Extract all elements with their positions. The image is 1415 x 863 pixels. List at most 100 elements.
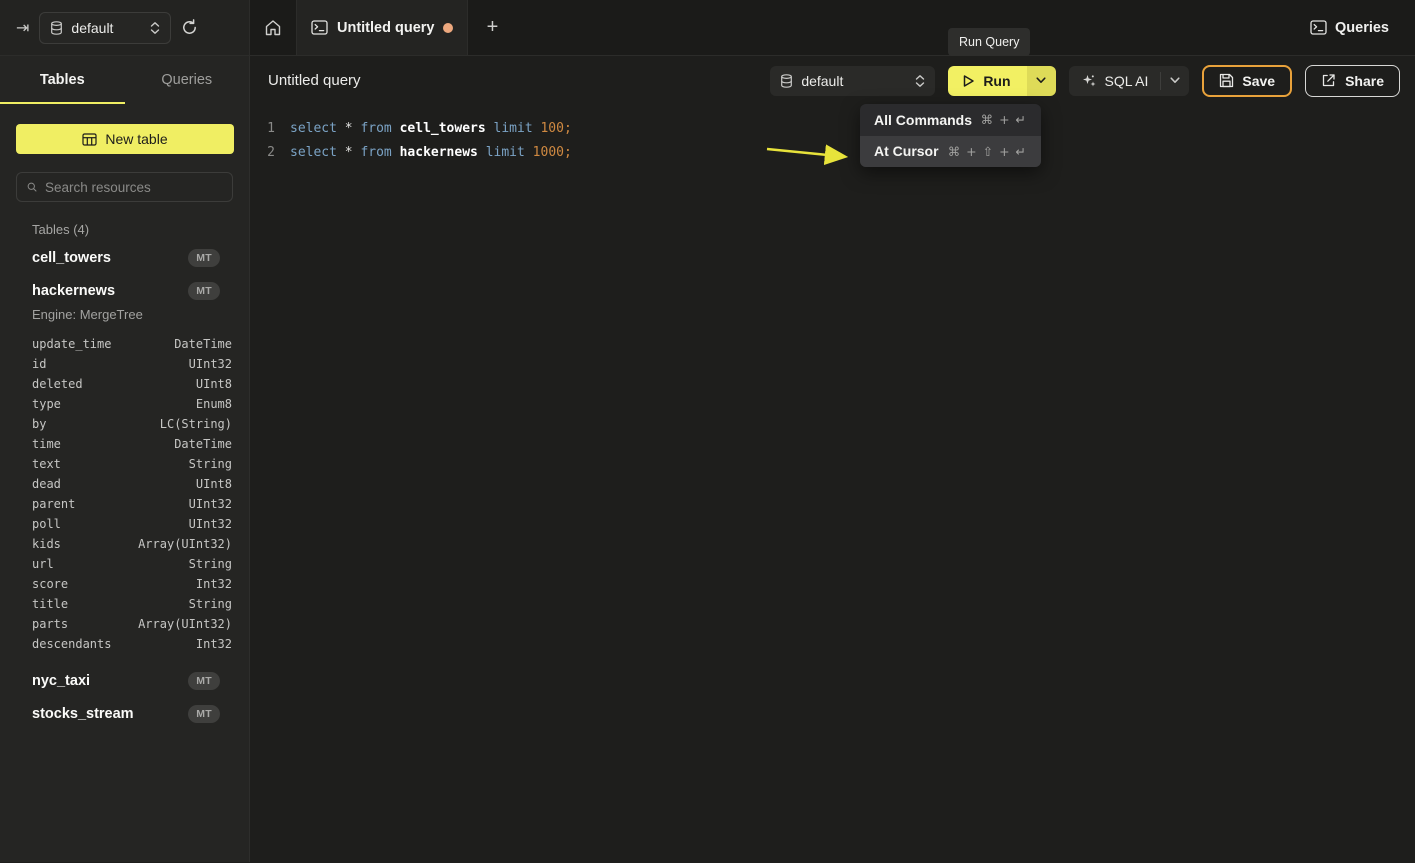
sidebar-tabs: Tables Queries <box>0 56 249 104</box>
terminal-icon <box>311 20 328 35</box>
sql-ai-button[interactable]: SQL AI <box>1069 66 1190 96</box>
column-name: url <box>32 557 189 571</box>
save-floppy-icon <box>1219 73 1234 88</box>
column-type: String <box>189 597 232 611</box>
column-name: id <box>32 357 189 371</box>
unsaved-changes-dot <box>443 23 453 33</box>
search-icon <box>27 180 37 194</box>
refresh-button[interactable] <box>181 19 198 36</box>
query-title: Untitled query <box>268 72 361 89</box>
play-icon <box>962 74 975 88</box>
sql-ai-caret[interactable] <box>1161 77 1189 84</box>
engine-badge: MT <box>188 249 220 267</box>
column-row: byLC(String) <box>0 414 249 434</box>
share-button-label: Share <box>1345 73 1384 89</box>
column-row: pollUInt32 <box>0 514 249 534</box>
column-type: Int32 <box>196 637 232 651</box>
table-row[interactable]: nyc_taxiMT <box>0 668 249 694</box>
queries-button[interactable]: Queries <box>1310 20 1389 36</box>
column-row: deadUInt8 <box>0 474 249 494</box>
menu-item-all-commands[interactable]: All Commands⌘ + ↵ <box>860 104 1041 136</box>
sql-editor[interactable]: 1 select * from cell_towers limit 100; 2se… <box>250 105 1415 164</box>
column-type: UInt8 <box>196 477 232 491</box>
column-name: kids <box>32 537 138 551</box>
topbar-database-value: default <box>71 20 142 36</box>
column-name: dead <box>32 477 196 491</box>
search-input[interactable] <box>45 180 222 195</box>
column-name: title <box>32 597 189 611</box>
query-console-app: ⇥ default <box>0 0 1415 863</box>
queries-terminal-icon <box>1310 20 1327 35</box>
tab-strip: Untitled query + <box>250 0 516 55</box>
column-type: Enum8 <box>196 397 232 411</box>
engine-badge: MT <box>188 672 220 690</box>
line-number: 1 <box>250 121 275 136</box>
column-row: deletedUInt8 <box>0 374 249 394</box>
sidebar-tab-queries[interactable]: Queries <box>125 56 250 104</box>
run-button[interactable]: Run <box>948 66 1026 96</box>
table-row[interactable]: cell_towersMT <box>0 245 249 271</box>
main-area: Untitled query default <box>250 56 1415 862</box>
sidebar: Tables Queries New table Tables <box>0 56 250 862</box>
select-updown-icon <box>915 74 925 88</box>
column-row: typeEnum8 <box>0 394 249 414</box>
code-text: select * from cell_towers limit 100; <box>290 121 572 136</box>
column-type: DateTime <box>174 437 232 451</box>
table-name: cell_towers <box>32 250 188 266</box>
menu-item-at-cursor[interactable]: At Cursor⌘ + ⇧ + ↵ <box>860 136 1041 168</box>
code-line[interactable]: 1 select * from cell_towers limit 100; <box>250 116 1415 140</box>
tables-section-label: Tables (4) <box>32 222 249 237</box>
column-row: descendantsInt32 <box>0 634 249 654</box>
tables-list: cell_towersMThackernewsMTEngine: MergeTr… <box>0 245 249 727</box>
editor-controls: default Run <box>770 65 1400 97</box>
sql-ai-label: SQL AI <box>1105 73 1149 89</box>
chevron-down-icon <box>1036 77 1046 84</box>
collapse-sidebar-button[interactable]: ⇥ <box>16 20 29 36</box>
column-name: descendants <box>32 637 196 651</box>
table-row[interactable]: hackernewsMT <box>0 278 249 304</box>
engine-badge: MT <box>188 282 220 300</box>
column-name: text <box>32 457 189 471</box>
new-tab-button[interactable]: + <box>468 0 516 55</box>
share-export-icon <box>1321 73 1336 88</box>
line-number: 2 <box>250 145 275 160</box>
home-button[interactable] <box>250 0 296 55</box>
table-name: hackernews <box>32 283 188 299</box>
column-row: parentUInt32 <box>0 494 249 514</box>
column-row: scoreInt32 <box>0 574 249 594</box>
new-table-button[interactable]: New table <box>16 124 234 154</box>
tab-label: Untitled query <box>337 20 434 36</box>
top-bar-left: ⇥ default <box>0 0 250 55</box>
menu-item-label: At Cursor <box>874 143 939 159</box>
column-row: update_timeDateTime <box>0 334 249 354</box>
tab-untitled-query[interactable]: Untitled query <box>296 0 468 55</box>
column-name: score <box>32 577 196 591</box>
share-button[interactable]: Share <box>1305 65 1400 97</box>
run-options-menu: All Commands⌘ + ↵At Cursor⌘ + ⇧ + ↵ <box>860 104 1041 167</box>
table-name: nyc_taxi <box>32 673 188 689</box>
sidebar-tab-tables[interactable]: Tables <box>0 56 125 104</box>
column-type: DateTime <box>174 337 232 351</box>
column-type: Array(UInt32) <box>138 537 232 551</box>
topbar-database-select[interactable]: default <box>39 12 171 44</box>
run-options-caret[interactable] <box>1027 66 1056 96</box>
column-type: Array(UInt32) <box>138 617 232 631</box>
save-button[interactable]: Save <box>1202 65 1292 97</box>
table-name: stocks_stream <box>32 706 188 722</box>
table-icon <box>82 133 97 146</box>
editor-database-select[interactable]: default <box>770 66 935 96</box>
table-row[interactable]: stocks_streamMT <box>0 701 249 727</box>
column-row: kidsArray(UInt32) <box>0 534 249 554</box>
column-name: parent <box>32 497 189 511</box>
menu-item-label: All Commands <box>874 112 972 128</box>
column-name: poll <box>32 517 189 531</box>
database-icon <box>780 74 793 88</box>
editor-database-value: default <box>801 73 907 89</box>
column-type: String <box>189 557 232 571</box>
column-name: by <box>32 417 160 431</box>
run-query-tooltip: Run Query <box>948 28 1030 56</box>
sql-ai-main: SQL AI <box>1069 73 1161 89</box>
column-row: timeDateTime <box>0 434 249 454</box>
column-type: UInt32 <box>189 357 232 371</box>
code-line[interactable]: 2select * from hackernews limit 1000; <box>250 140 1415 164</box>
